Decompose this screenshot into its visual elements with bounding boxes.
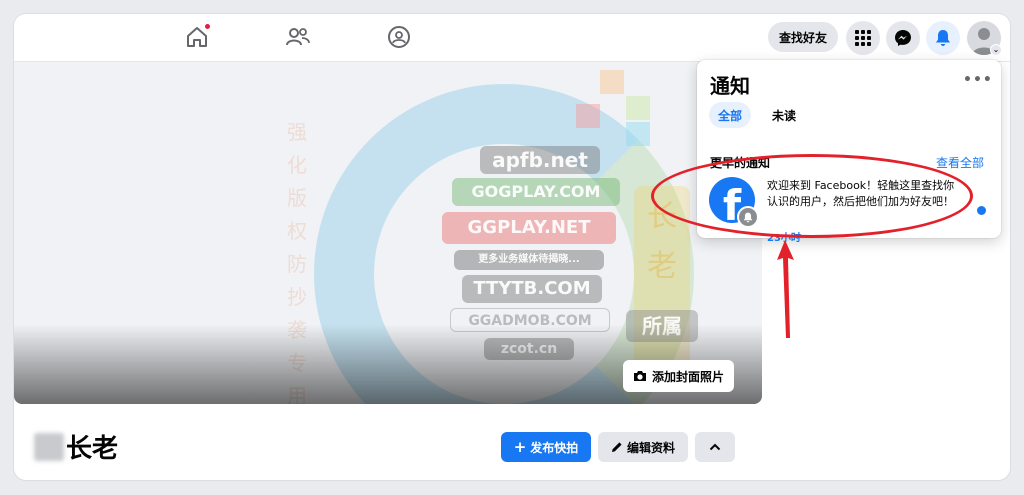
- tab-all[interactable]: 全部: [709, 102, 752, 128]
- profile-name: 长老: [34, 428, 118, 465]
- watermark-line: TTYTB.COM: [462, 275, 602, 303]
- notifications-title: 通知: [710, 74, 750, 98]
- friends-icon[interactable]: [285, 24, 311, 50]
- bell-icon: [936, 30, 950, 46]
- blurred-name-prefix: [34, 432, 64, 461]
- watermark-square: [600, 70, 624, 94]
- browser-frame: 查找好友 ⌄ 强化版权防抄 长老 apfb.net GOGPLAY.COM GG…: [14, 14, 1010, 480]
- notifications-button[interactable]: [926, 21, 960, 55]
- menu-grid-button[interactable]: [846, 21, 880, 55]
- camera-icon: [633, 371, 646, 381]
- profile-name-text: 长老: [66, 434, 119, 464]
- find-friends-button[interactable]: 查找好友: [768, 22, 838, 52]
- unread-indicator: [977, 206, 986, 215]
- watermark-square: [576, 104, 600, 128]
- plus-icon: +: [513, 437, 527, 456]
- watermark-square: [626, 96, 650, 120]
- watermark-line: 更多业务媒体待揭晓...: [454, 250, 604, 270]
- chevron-down-icon[interactable]: ⌄: [990, 44, 1002, 56]
- messenger-button[interactable]: [886, 21, 920, 55]
- see-all-link[interactable]: 查看全部: [936, 154, 984, 171]
- add-story-label: 发布快拍: [530, 440, 579, 455]
- add-cover-photo-button[interactable]: 添加封面照片: [622, 360, 734, 392]
- pencil-icon: [611, 442, 622, 452]
- watermark-square: [626, 122, 650, 146]
- add-story-button[interactable]: + 发布快拍: [501, 432, 591, 462]
- cover-photo-area: 强化版权防抄袭专用 长老 apfb.net GOGPLAY.COM GGPLAY…: [14, 62, 762, 404]
- tab-unread[interactable]: 未读: [763, 102, 805, 128]
- top-navigation-bar: 查找好友 ⌄: [14, 14, 1010, 62]
- edit-profile-label: 编辑资料: [626, 440, 675, 455]
- groups-icon[interactable]: [386, 24, 412, 50]
- watermark-line: GOGPLAY.COM: [452, 178, 620, 206]
- annotation-arrow-icon: [777, 240, 794, 338]
- watermark-line: apfb.net: [480, 146, 600, 174]
- menu-grid-icon: [855, 30, 871, 46]
- add-cover-photo-label: 添加封面照片: [651, 369, 724, 384]
- home-icon[interactable]: [184, 23, 211, 50]
- watermark-line: GGPLAY.NET: [442, 212, 616, 244]
- messenger-icon: [895, 30, 911, 46]
- profile-more-button[interactable]: [695, 432, 735, 462]
- annotation-oval: [651, 154, 973, 238]
- home-notification-dot: [204, 23, 211, 30]
- more-options-icon[interactable]: •••: [963, 72, 992, 92]
- chevron-up-icon: [709, 443, 721, 451]
- edit-profile-button[interactable]: 编辑资料: [598, 432, 688, 462]
